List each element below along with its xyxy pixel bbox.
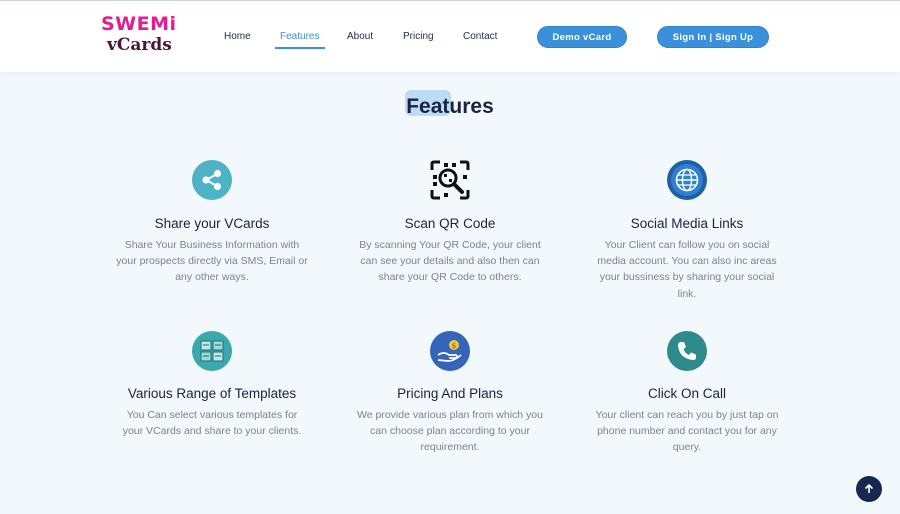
nav-pricing[interactable]: Pricing <box>403 30 434 44</box>
feature-desc-line: your prospects directly via SMS, Email o… <box>116 255 308 268</box>
feature-description: You Can select various templates for you… <box>102 407 322 439</box>
feature-click-on-call: Click On Call Your client can reach you … <box>577 385 797 456</box>
feature-desc-line: By scanning Your QR Code, your client <box>359 239 541 251</box>
feature-desc-line: Your client can reach you by just tap on <box>595 409 779 421</box>
feature-templates: Various Range of Templates You Can selec… <box>102 385 322 439</box>
feature-desc-line: We provide various plan from which you <box>357 409 543 421</box>
feature-description: Share Your Business Information with you… <box>102 237 322 286</box>
sign-in-sign-up-button[interactable]: Sign In | Sign Up <box>657 26 769 48</box>
feature-desc-line: media account. You can also inc areas <box>597 255 777 268</box>
feature-scan-qr-code: Scan QR Code By scanning Your QR Code, y… <box>340 215 560 286</box>
feature-title: Click On Call <box>647 386 726 401</box>
site-header: SWEMi vCards Home Features About Pricing… <box>0 0 900 72</box>
nav-active-underline <box>275 47 325 49</box>
feature-title: Scan QR Code <box>404 216 496 231</box>
feature-desc-line: Share Your Business Information with <box>124 239 300 251</box>
feature-desc-line: phone number and contact you for any <box>597 425 777 438</box>
feature-pricing-plans: Pricing And Plans We provide various pla… <box>340 385 560 456</box>
feature-desc-line: share your QR Code to others. <box>378 271 522 284</box>
feature-desc-line: link. <box>677 287 697 300</box>
brand-logo[interactable]: SWEMi vCards <box>101 13 181 59</box>
nav-home[interactable]: Home <box>224 30 251 44</box>
pricing-icon: $ <box>430 331 470 371</box>
feature-desc-line: query. <box>672 441 702 454</box>
feature-desc-line: your bussiness by sharing your social <box>599 271 775 284</box>
feature-description: We provide various plan from which you c… <box>340 407 560 456</box>
feature-desc-line: can see your details and also then can <box>360 255 540 268</box>
feature-desc-line: You Can select various templates for <box>126 409 298 421</box>
demo-vcard-button[interactable]: Demo vCard <box>537 26 627 48</box>
feature-desc-line: requirement. <box>420 441 480 454</box>
svg-text:$: $ <box>452 342 456 350</box>
arrow-up-icon <box>864 483 874 493</box>
feature-title: Social Media Links <box>630 216 744 231</box>
feature-description: Your client can reach you by just tap on… <box>577 407 797 456</box>
nav-contact[interactable]: Contact <box>463 30 497 44</box>
brand-logo-line1: SWEMi <box>101 13 177 35</box>
scroll-to-top-button[interactable] <box>856 476 882 502</box>
feature-title: Share your VCards <box>154 216 270 231</box>
feature-social-media-links: Social Media Links Your Client can follo… <box>577 215 797 302</box>
templates-icon <box>192 331 232 371</box>
nav-about[interactable]: About <box>347 30 373 44</box>
feature-description: By scanning Your QR Code, your client ca… <box>340 237 560 286</box>
feature-description: Your Client can follow you on social med… <box>577 237 797 302</box>
nav-features[interactable]: Features <box>280 30 319 44</box>
globe-icon <box>667 160 707 200</box>
share-icon <box>192 160 232 200</box>
feature-desc-line: can choose plan according to your <box>370 425 530 438</box>
section-title: Features <box>406 95 494 118</box>
feature-desc-line: any other ways. <box>175 271 249 284</box>
feature-desc-line: Your Client can follow you on social <box>604 239 770 251</box>
qr-scan-icon <box>430 160 470 200</box>
feature-share-vcards: Share your VCards Share Your Business In… <box>102 215 322 286</box>
feature-title: Various Range of Templates <box>127 386 297 401</box>
feature-title: Pricing And Plans <box>397 386 503 401</box>
phone-icon <box>667 331 707 371</box>
feature-desc-line: your VCards and share to your clients. <box>122 425 302 438</box>
brand-logo-line2: vCards <box>107 35 172 55</box>
